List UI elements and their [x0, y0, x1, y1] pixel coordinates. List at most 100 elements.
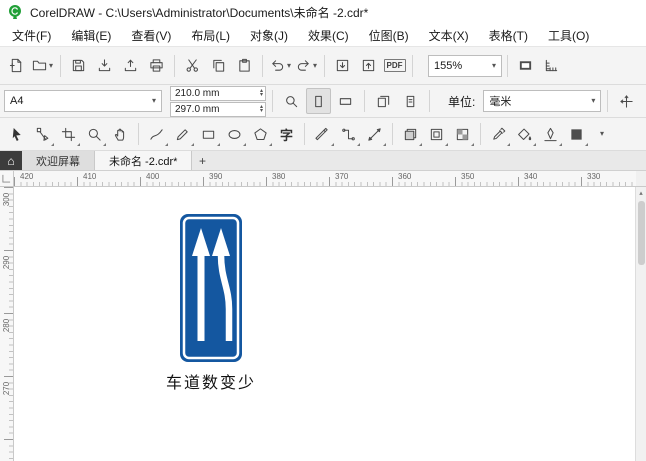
fullscreen-icon [519, 61, 532, 70]
page-size-preset-combobox[interactable]: A4 ▾ [4, 90, 162, 112]
open-dropdown-caret-icon[interactable]: ▾ [49, 61, 53, 70]
loupe-icon [286, 95, 298, 107]
menu-item[interactable]: 编辑(E) [61, 24, 121, 47]
import-button[interactable] [330, 53, 355, 79]
contour-tool[interactable] [424, 121, 449, 147]
horizontal-ruler[interactable]: 420 410 400 390 380 370 360 350 340 330 [14, 171, 636, 187]
nudge-distance-button[interactable] [614, 88, 639, 114]
zoom-level-combobox[interactable]: 155% ▾ [428, 54, 502, 77]
traffic-sign-object[interactable] [179, 213, 243, 363]
vertical-ruler[interactable]: 300 290 280 270 [0, 187, 14, 461]
publish-to-pdf-button[interactable]: PDF [382, 53, 407, 79]
export-button[interactable] [356, 53, 381, 79]
sign-caption-text[interactable]: 车道数变少 [147, 369, 275, 393]
menu-item[interactable]: 工具(O) [538, 24, 599, 47]
scroll-up-icon[interactable]: ▴ [639, 187, 643, 199]
scrollbar-thumb[interactable] [637, 201, 645, 265]
open-document-button[interactable]: ▾ [30, 53, 55, 79]
paint-bucket-icon [518, 128, 532, 140]
redo-button[interactable]: ▾ [294, 53, 319, 79]
menu-item[interactable]: 表格(T) [479, 24, 538, 47]
page-height-value: 297.0 mm [175, 103, 220, 115]
show-rulers-button[interactable] [539, 53, 564, 79]
eyedropper-icon [493, 127, 506, 140]
text-tool[interactable]: 字 [274, 121, 299, 147]
tab-label: 欢迎屏幕 [36, 155, 80, 168]
undo-dropdown-caret-icon[interactable]: ▾ [287, 61, 291, 70]
ruler-label-slot: 300 [0, 187, 13, 250]
menu-item[interactable]: 文本(X) [419, 24, 479, 47]
toolbox-overflow-button[interactable]: ▾ [590, 122, 612, 146]
paste-button[interactable] [232, 53, 257, 79]
download-content-button[interactable] [92, 53, 117, 79]
tab-welcome-screen[interactable]: 欢迎屏幕 [22, 151, 95, 170]
zoom-dropdown-caret-icon[interactable]: ▾ [492, 61, 496, 70]
artistic-media-tool[interactable] [170, 121, 195, 147]
transparency-tool[interactable] [450, 121, 475, 147]
landscape-orientation-button[interactable] [333, 88, 358, 114]
eyedropper-tool[interactable] [486, 121, 511, 147]
drawing-canvas[interactable]: 车道数变少 [14, 187, 635, 461]
ruler-label: 410 [83, 172, 97, 181]
zoom-tool[interactable] [82, 121, 107, 147]
tab-label: 未命名 -2.cdr* [109, 155, 178, 168]
redo-dropdown-caret-icon[interactable]: ▾ [313, 61, 317, 70]
menu-item[interactable]: 文件(F) [2, 24, 61, 47]
pan-tool[interactable] [108, 121, 133, 147]
download-arrow-icon [98, 59, 111, 72]
cut-button[interactable] [180, 53, 205, 79]
shape-tool[interactable] [30, 121, 55, 147]
menu-item[interactable]: 对象(J) [240, 24, 298, 47]
interactive-fill-tool[interactable] [512, 121, 537, 147]
ellipse-tool[interactable] [222, 121, 247, 147]
save-button[interactable] [66, 53, 91, 79]
nudge-icon [620, 94, 633, 108]
page-width-field[interactable]: 210.0 mm ▴ ▾ [170, 85, 266, 101]
upload-content-button[interactable] [118, 53, 143, 79]
new-document-button[interactable] [4, 53, 29, 79]
undo-icon [272, 60, 284, 71]
freehand-tool[interactable] [144, 121, 169, 147]
connector-tool[interactable] [336, 121, 361, 147]
lane-reduction-sign [180, 214, 242, 362]
preset-dropdown-caret-icon[interactable]: ▾ [152, 97, 156, 105]
apply-to-current-page-button[interactable] [398, 88, 423, 114]
fullscreen-preview-button[interactable] [513, 53, 538, 79]
menu-item[interactable]: 位图(B) [359, 24, 419, 47]
print-button[interactable] [144, 53, 169, 79]
units-value: 毫米 [489, 96, 512, 108]
home-button[interactable]: ⌂ [0, 151, 22, 170]
height-spinner[interactable]: ▴ ▾ [260, 104, 263, 114]
tab-untitled-document[interactable]: 未命名 -2.cdr* [95, 151, 193, 170]
copy-button[interactable] [206, 53, 231, 79]
page-height-field[interactable]: 297.0 mm ▴ ▾ [170, 101, 266, 117]
all-pages-icon [377, 95, 390, 107]
width-spinner[interactable]: ▴ ▾ [260, 88, 263, 98]
pen-icon [315, 127, 328, 140]
outline-pen-tool[interactable] [538, 121, 563, 147]
rectangle-tool[interactable] [196, 121, 221, 147]
new-tab-button[interactable]: + [192, 151, 212, 170]
sign-plate [180, 214, 242, 362]
ruler-origin[interactable] [0, 171, 14, 187]
page-zoom-button[interactable] [279, 88, 304, 114]
crop-tool[interactable] [56, 121, 81, 147]
menu-item[interactable]: 效果(C) [298, 24, 359, 47]
portrait-orientation-button[interactable] [306, 88, 331, 114]
drop-shadow-tool[interactable] [398, 121, 423, 147]
pen-tool[interactable] [310, 121, 335, 147]
vertical-scrollbar[interactable]: ▴ [635, 187, 646, 461]
dimension-tool[interactable] [362, 121, 387, 147]
spin-down-icon[interactable]: ▾ [260, 108, 263, 114]
spin-down-icon[interactable]: ▾ [260, 92, 263, 98]
polygon-tool[interactable] [248, 121, 273, 147]
apply-to-all-pages-button[interactable] [371, 88, 396, 114]
units-combobox[interactable]: 毫米 ▾ [483, 90, 602, 112]
undo-button[interactable]: ▾ [268, 53, 293, 79]
duplicate-distance-button[interactable] [641, 88, 646, 114]
units-dropdown-caret-icon[interactable]: ▾ [591, 97, 595, 105]
fill-color-tool[interactable] [564, 121, 589, 147]
menu-item[interactable]: 查看(V) [121, 24, 181, 47]
pick-tool[interactable] [4, 121, 29, 147]
menu-item[interactable]: 布局(L) [181, 24, 240, 47]
